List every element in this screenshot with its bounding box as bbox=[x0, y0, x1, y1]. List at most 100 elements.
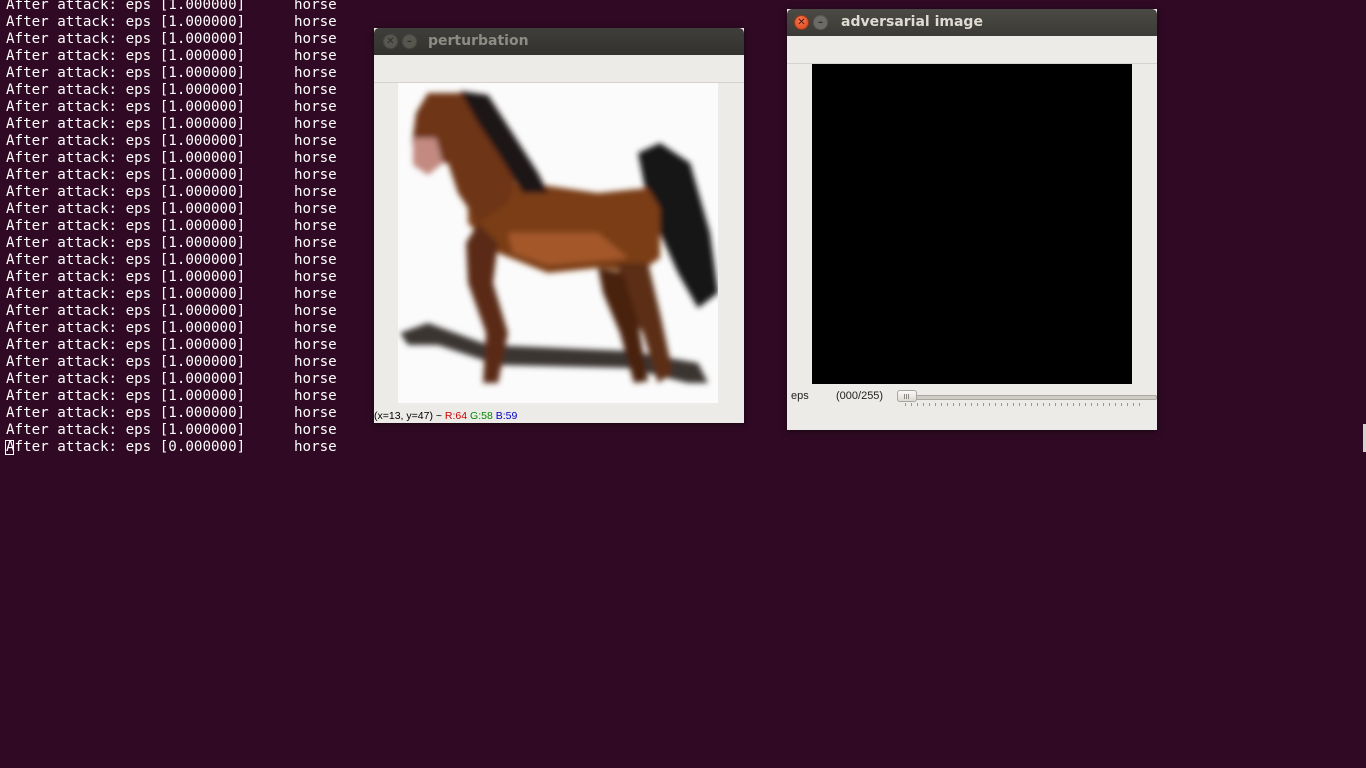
terminal-message: After attack: eps [1.000000] bbox=[6, 31, 246, 47]
terminal-line: After attack: eps [1.000000] horse bbox=[6, 133, 337, 150]
terminal-message: After attack: eps [1.000000] bbox=[6, 116, 246, 132]
adversarial-window: ✕ – adversarial image eps (000/255) bbox=[787, 9, 1157, 430]
close-icon[interactable]: ✕ bbox=[383, 34, 398, 49]
desktop: After attack: eps [1.000000] horse After a… bbox=[0, 0, 1366, 768]
status-b: B:59 bbox=[495, 410, 518, 422]
eps-trackbar-label: eps bbox=[791, 390, 809, 402]
terminal-label: horse bbox=[294, 320, 337, 336]
terminal-message-rest: fter attack: eps [0.000000] bbox=[14, 439, 246, 455]
terminal-message: After attack: eps [1.000000] bbox=[6, 14, 246, 30]
terminal-line: After attack: eps [1.000000] horse bbox=[6, 371, 337, 388]
terminal-line: After attack: eps [1.000000] horse bbox=[6, 320, 337, 337]
terminal-label: horse bbox=[294, 31, 337, 47]
terminal-label: horse bbox=[294, 422, 337, 438]
terminal-message: After attack: eps [1.000000] bbox=[6, 65, 246, 81]
terminal-label: horse bbox=[294, 388, 337, 404]
terminal-line: After attack: eps [1.000000] horse bbox=[6, 269, 337, 286]
terminal-message: After attack: eps [1.000000] bbox=[6, 48, 246, 64]
terminal-line: After attack: eps [1.000000] horse bbox=[6, 201, 337, 218]
terminal-message: After attack: eps [0.000000] bbox=[5, 439, 294, 456]
terminal-message: After attack: eps [1.000000] bbox=[6, 150, 246, 166]
horse-image bbox=[400, 91, 718, 383]
terminal-line: After attack: eps [1.000000] horse bbox=[6, 184, 337, 201]
terminal-message: After attack: eps [1.000000] bbox=[6, 405, 246, 421]
terminal-label: horse bbox=[294, 167, 337, 183]
terminal-message: After attack: eps [1.000000] bbox=[6, 235, 246, 251]
status-coords: (x=13, y=47) ~ bbox=[374, 410, 442, 422]
terminal-line: After attack: eps [1.000000] horse bbox=[6, 150, 337, 167]
close-icon[interactable]: ✕ bbox=[794, 15, 809, 30]
terminal-message: After attack: eps [1.000000] bbox=[6, 286, 246, 302]
adversarial-image[interactable] bbox=[812, 64, 1132, 384]
terminal-label: horse bbox=[294, 99, 337, 115]
terminal-line: After attack: eps [1.000000] horse bbox=[6, 82, 337, 99]
terminal-line: After attack: eps [1.000000] horse bbox=[6, 303, 337, 320]
terminal-line: After attack: eps [1.000000] horse bbox=[6, 354, 337, 371]
minimize-icon[interactable]: – bbox=[402, 34, 417, 49]
terminal-label: horse bbox=[294, 354, 337, 370]
terminal-message: After attack: eps [1.000000] bbox=[6, 303, 246, 319]
minimize-icon[interactable]: – bbox=[813, 15, 828, 30]
terminal-label: horse bbox=[294, 65, 337, 81]
perturbation-image[interactable] bbox=[398, 83, 718, 403]
terminal-line: After attack: eps [1.000000] horse bbox=[6, 99, 337, 116]
terminal-line: After attack: eps [1.000000] horse bbox=[6, 31, 337, 48]
terminal-line: After attack: eps [1.000000] horse bbox=[6, 48, 337, 65]
terminal-message: After attack: eps [1.000000] bbox=[6, 167, 246, 183]
status-bar: (x=13, y=47) ~ R:64 G:58 B:59 bbox=[374, 409, 517, 423]
terminal-label: horse bbox=[294, 82, 337, 98]
terminal-line: After attack: eps [1.000000] horse bbox=[6, 218, 337, 235]
terminal-message: After attack: eps [1.000000] bbox=[6, 184, 246, 200]
window-toolbar bbox=[374, 55, 744, 83]
terminal-label: horse bbox=[294, 252, 337, 268]
terminal-line: After attack: eps [1.000000] horse bbox=[6, 388, 337, 405]
terminal-label: horse bbox=[294, 439, 337, 455]
terminal-message: After attack: eps [1.000000] bbox=[6, 0, 246, 13]
terminal-label: horse bbox=[294, 235, 337, 251]
terminal-message: After attack: eps [1.000000] bbox=[6, 269, 246, 285]
perturbation-titlebar[interactable]: ✕ – perturbation bbox=[374, 28, 744, 55]
terminal-message: After attack: eps [1.000000] bbox=[6, 422, 246, 438]
terminal-label: horse bbox=[294, 201, 337, 217]
terminal-message: After attack: eps [1.000000] bbox=[6, 252, 246, 268]
terminal-message: After attack: eps [1.000000] bbox=[6, 320, 246, 336]
terminal-line-current: After attack: eps [0.000000] horse bbox=[5, 439, 337, 456]
terminal-label: horse bbox=[294, 14, 337, 30]
terminal-label: horse bbox=[294, 184, 337, 200]
terminal-label: horse bbox=[294, 303, 337, 319]
window-title: perturbation bbox=[428, 33, 529, 49]
terminal-line: After attack: eps [1.000000] horse bbox=[6, 14, 337, 31]
terminal-label: horse bbox=[294, 133, 337, 149]
terminal-label: horse bbox=[294, 337, 337, 353]
terminal-label: horse bbox=[294, 150, 337, 166]
terminal-line: After attack: eps [1.000000] horse bbox=[6, 167, 337, 184]
status-r: R:64 bbox=[444, 410, 468, 422]
terminal-message: After attack: eps [1.000000] bbox=[6, 337, 246, 353]
terminal-label: horse bbox=[294, 269, 337, 285]
terminal-label: horse bbox=[294, 0, 337, 13]
terminal-line: After attack: eps [1.000000] horse bbox=[6, 337, 337, 354]
eps-slider-handle[interactable] bbox=[897, 390, 917, 402]
terminal-line: After attack: eps [1.000000] horse bbox=[6, 116, 337, 133]
terminal-line: After attack: eps [1.000000] horse bbox=[6, 286, 337, 303]
cursor-char: A bbox=[5, 439, 15, 455]
terminal-message: After attack: eps [1.000000] bbox=[6, 388, 246, 404]
status-g: G:58 bbox=[470, 410, 493, 422]
perturbation-window: ✕ – perturbation (x=13, y=47) ~ R:64 G:5… bbox=[374, 28, 744, 423]
terminal-label: horse bbox=[294, 371, 337, 387]
terminal-message: After attack: eps [1.000000] bbox=[6, 201, 246, 217]
terminal-label: horse bbox=[294, 116, 337, 132]
window-toolbar bbox=[787, 36, 1157, 64]
terminal-line: After attack: eps [1.000000] horse bbox=[6, 422, 337, 439]
terminal-line: After attack: eps [1.000000] horse bbox=[6, 0, 337, 14]
terminal-label: horse bbox=[294, 405, 337, 421]
terminal-cursor bbox=[5, 440, 14, 455]
terminal-label: horse bbox=[294, 218, 337, 234]
terminal-line: After attack: eps [1.000000] horse bbox=[6, 235, 337, 252]
adversarial-titlebar[interactable]: ✕ – adversarial image bbox=[787, 9, 1157, 36]
terminal-label: horse bbox=[294, 286, 337, 302]
terminal-message: After attack: eps [1.000000] bbox=[6, 133, 246, 149]
terminal-line: After attack: eps [1.000000] horse bbox=[6, 252, 337, 269]
terminal-line: After attack: eps [1.000000] horse bbox=[6, 65, 337, 82]
eps-slider-track[interactable] bbox=[897, 395, 1157, 400]
